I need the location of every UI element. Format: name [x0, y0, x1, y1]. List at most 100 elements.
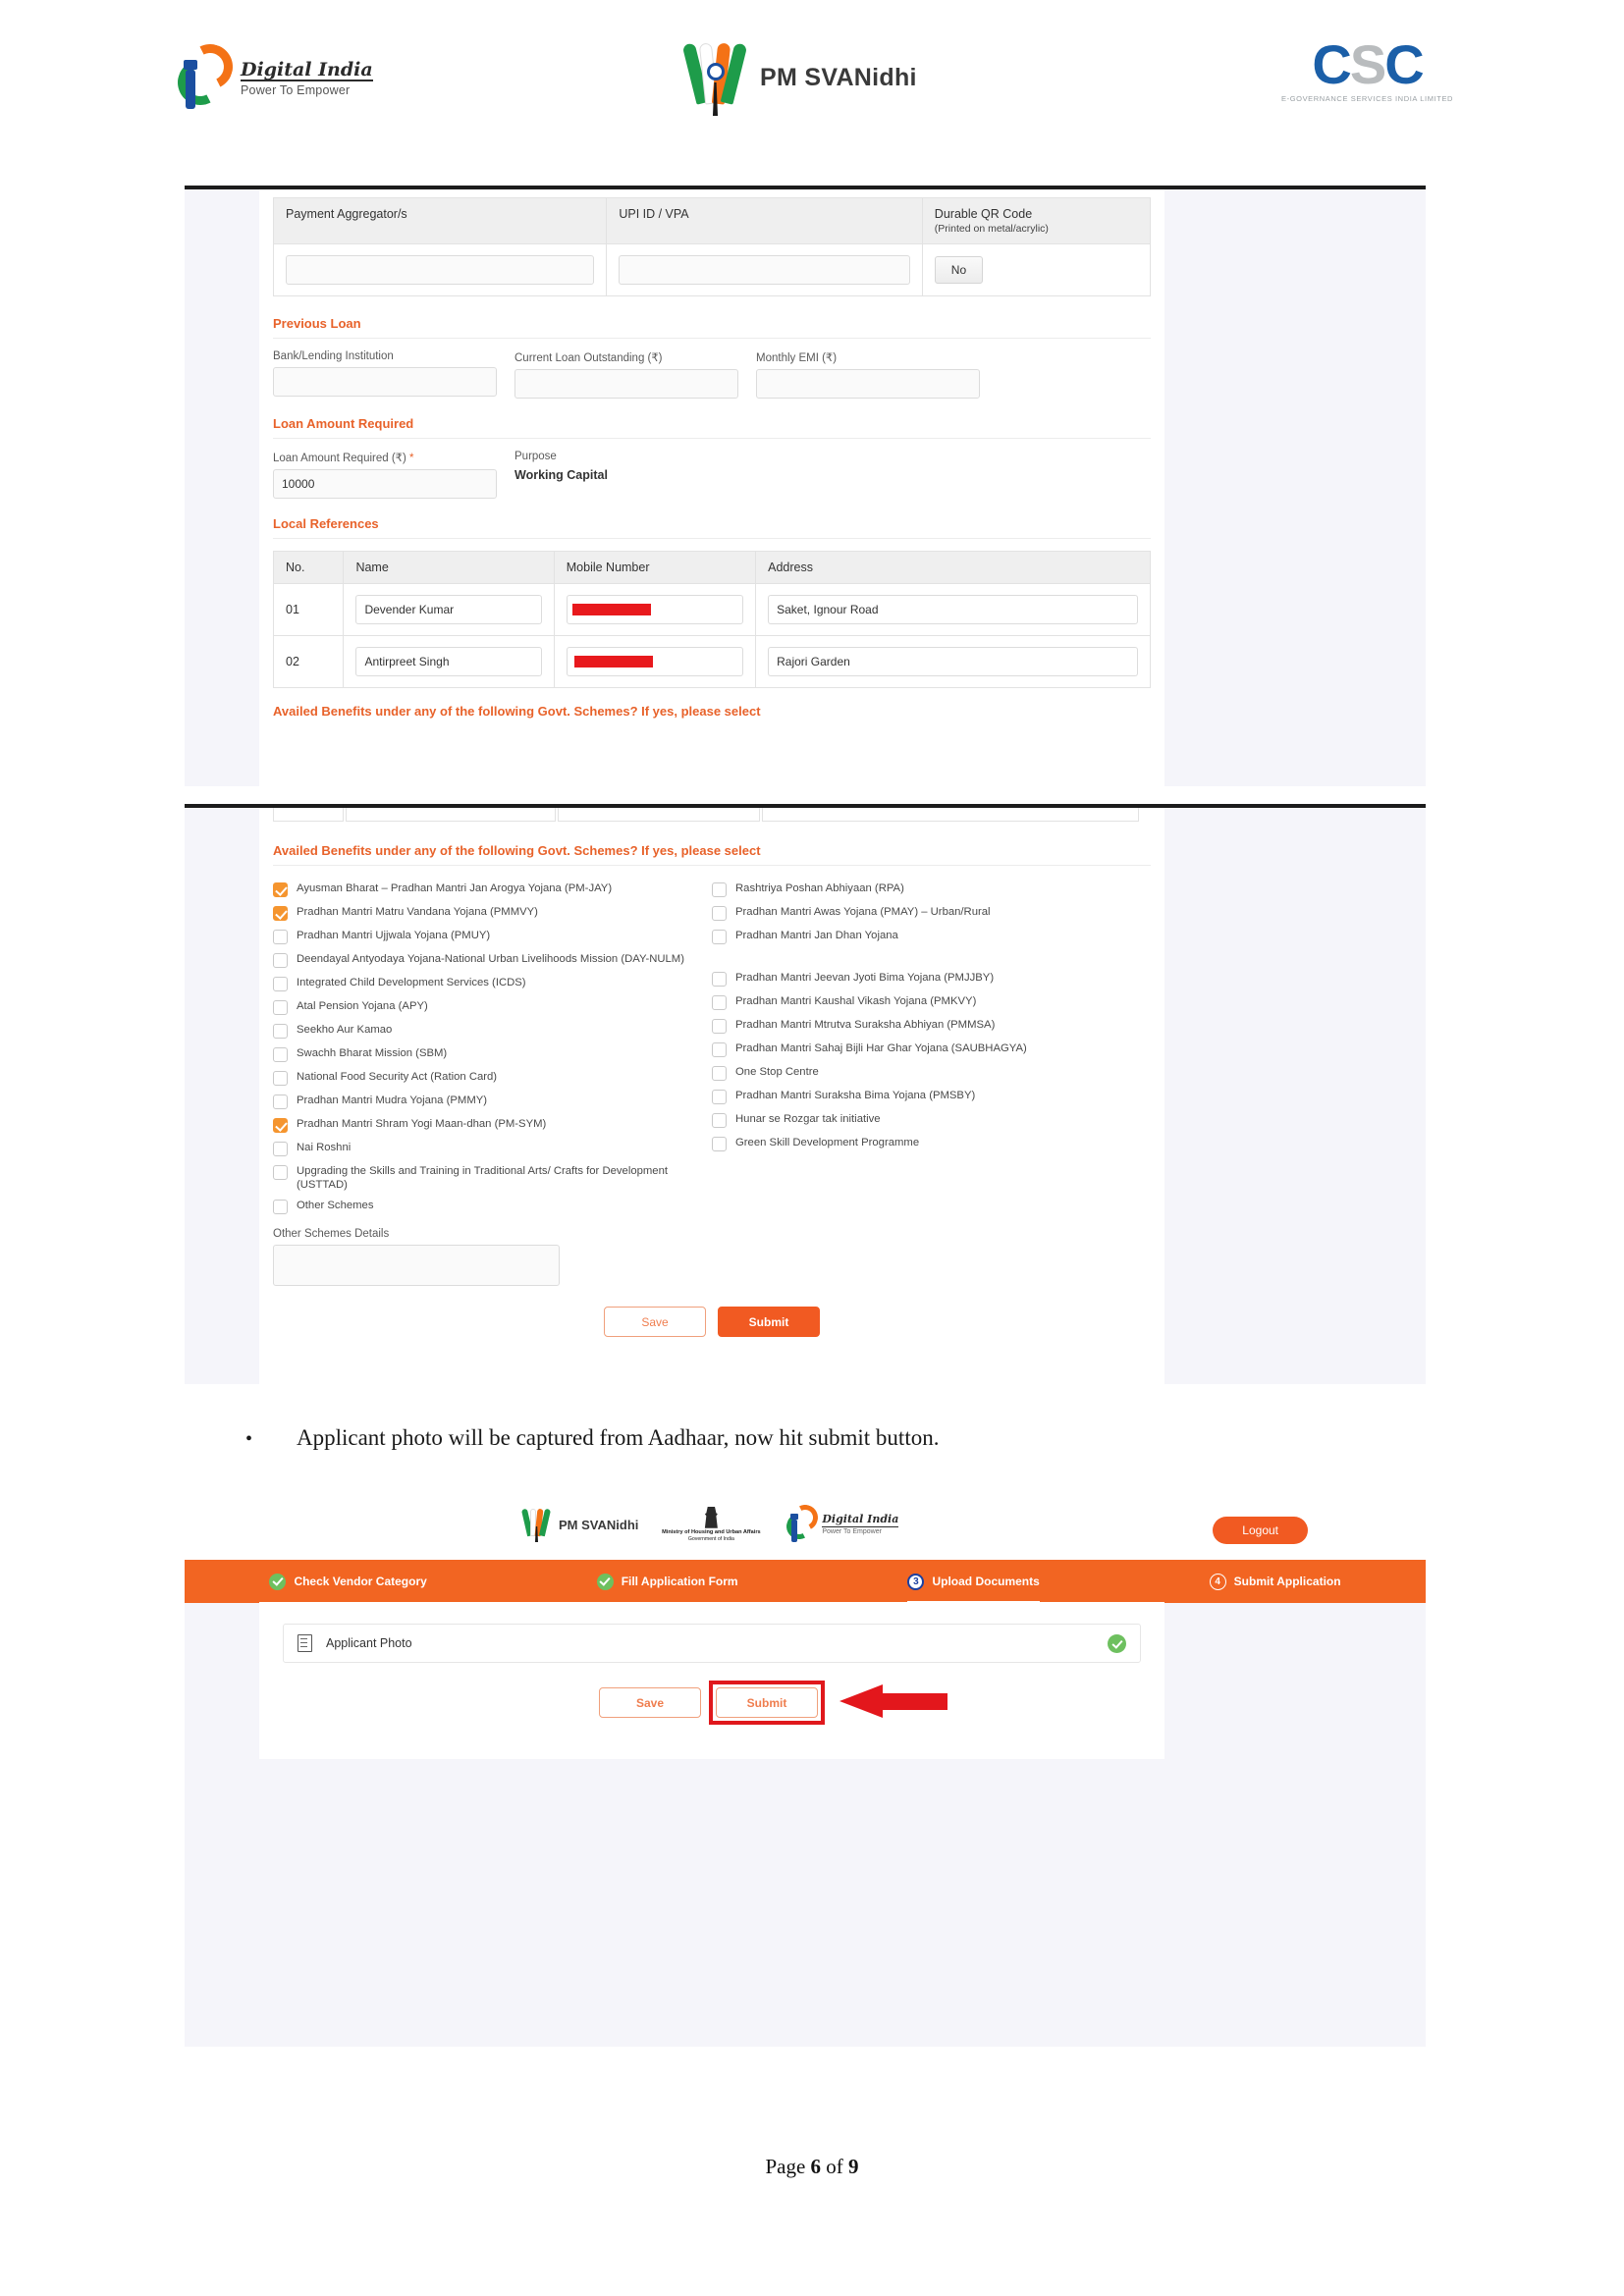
checkbox-unchecked-icon[interactable] — [712, 1137, 727, 1151]
field-current-loan-outstanding: Current Loan Outstanding (₹) — [514, 350, 738, 399]
scheme-checkbox-row[interactable]: Pradhan Mantri Jeevan Jyoti Bima Yojana … — [712, 971, 1151, 988]
checkbox-unchecked-icon[interactable] — [712, 995, 727, 1010]
column-durable-qr-subtitle: (Printed on metal/acrylic) — [934, 223, 1049, 235]
loan-amount-required-input[interactable] — [273, 469, 497, 499]
cell-ref-no: 02 — [272, 635, 345, 688]
scheme-label: Atal Pension Yojana (APY) — [297, 1000, 428, 1012]
ministry-logo: Ministry of Housing and Urban Affairs Go… — [648, 1506, 774, 1542]
step-submit-application[interactable]: 4 Submit Application — [1204, 1560, 1347, 1603]
upi-id-input[interactable] — [619, 255, 910, 285]
screenshot-panel-upload-documents: PM SVANidhi Ministry of Housing and Urba… — [185, 1497, 1426, 2047]
checkbox-unchecked-icon[interactable] — [273, 1071, 288, 1086]
csc-tagline: e-Governance Services India Limited — [1281, 94, 1454, 103]
current-loan-outstanding-input[interactable] — [514, 369, 738, 399]
reference-2-address-input[interactable] — [768, 647, 1138, 676]
scheme-checkbox-row[interactable]: Upgrading the Skills and Training in Tra… — [273, 1164, 712, 1192]
scheme-checkbox-row[interactable]: Pradhan Mantri Ujjwala Yojana (PMUY) — [273, 929, 712, 945]
scheme-checkbox-row[interactable]: Pradhan Mantri Shram Yogi Maan-dhan (PM-… — [273, 1117, 712, 1134]
reference-1-name-input[interactable] — [355, 595, 542, 624]
scheme-checkbox-row[interactable]: Ayusman Bharat – Pradhan Mantri Jan Arog… — [273, 881, 712, 898]
bank-lending-institution-input[interactable] — [273, 367, 497, 397]
scheme-checkbox-row[interactable]: National Food Security Act (Ration Card) — [273, 1070, 712, 1087]
scheme-checkbox-row[interactable]: Pradhan Mantri Sahaj Bijli Har Ghar Yoja… — [712, 1041, 1151, 1058]
scheme-label: Pradhan Mantri Suraksha Bima Yojana (PMS… — [735, 1090, 976, 1101]
checkbox-unchecked-icon[interactable] — [273, 1047, 288, 1062]
checkbox-unchecked-icon[interactable] — [712, 1066, 727, 1081]
scheme-checkbox-row[interactable]: Pradhan Mantri Mudra Yojana (PMMY) — [273, 1094, 712, 1110]
checkbox-unchecked-icon[interactable] — [273, 930, 288, 944]
checkbox-unchecked-icon[interactable] — [712, 1090, 727, 1104]
submit-button[interactable]: Submit — [716, 1687, 818, 1718]
scheme-checkbox-row[interactable]: Pradhan Mantri Mtrutva Suraksha Abhiyan … — [712, 1018, 1151, 1035]
scheme-checkbox-row[interactable]: Rashtriya Poshan Abhiyaan (RPA) — [712, 881, 1151, 898]
checkbox-unchecked-icon[interactable] — [712, 882, 727, 897]
cell-ref-mobile — [553, 635, 757, 688]
other-schemes-details-textarea[interactable] — [273, 1245, 560, 1287]
checkbox-checked-icon[interactable] — [273, 882, 288, 897]
checkbox-unchecked-icon[interactable] — [712, 930, 727, 944]
logout-button[interactable]: Logout — [1213, 1517, 1308, 1544]
footer-page-number: 6 — [810, 2155, 822, 2178]
scheme-checkbox-row[interactable]: Atal Pension Yojana (APY) — [273, 999, 712, 1016]
label-monthly-emi: Monthly EMI (₹) — [756, 352, 838, 364]
checkbox-unchecked-icon[interactable] — [273, 1165, 288, 1180]
step-status-icon: 4 — [1209, 1573, 1226, 1590]
checkbox-unchecked-icon[interactable] — [273, 977, 288, 991]
scheme-label: Pradhan Mantri Shram Yogi Maan-dhan (PM-… — [297, 1118, 547, 1130]
checkbox-unchecked-icon[interactable] — [273, 953, 288, 968]
form-action-buttons: Save Submit — [273, 1307, 1151, 1338]
reference-2-name-input[interactable] — [355, 647, 542, 676]
scheme-checkbox-row[interactable]: Other Schemes — [273, 1199, 712, 1215]
reference-1-address-input[interactable] — [768, 595, 1138, 624]
scheme-checkbox-row[interactable]: Seekho Aur Kamao — [273, 1023, 712, 1040]
payment-aggregator-input[interactable] — [286, 255, 595, 285]
scheme-checkbox-row[interactable]: Swachh Bharat Mission (SBM) — [273, 1046, 712, 1063]
upload-action-buttons: Save Submit — [259, 1681, 1164, 1725]
scheme-checkbox-row[interactable]: One Stop Centre — [712, 1065, 1151, 1082]
monthly-emi-input[interactable] — [756, 369, 980, 399]
checkbox-unchecked-icon[interactable] — [273, 1000, 288, 1015]
checkbox-unchecked-icon[interactable] — [273, 1200, 288, 1215]
checkbox-checked-icon[interactable] — [273, 906, 288, 921]
cell-ref-name — [343, 635, 555, 688]
step-upload-documents[interactable]: 3 Upload Documents — [901, 1560, 1045, 1606]
scheme-checkbox-row[interactable]: Green Skill Development Programme — [712, 1136, 1151, 1152]
checkbox-unchecked-icon[interactable] — [273, 1024, 288, 1039]
scheme-checkbox-row[interactable]: Pradhan Mantri Suraksha Bima Yojana (PMS… — [712, 1089, 1151, 1105]
checkbox-unchecked-icon[interactable] — [273, 1142, 288, 1156]
document-row-applicant-photo[interactable]: Applicant Photo — [283, 1624, 1141, 1663]
checkbox-checked-icon[interactable] — [273, 1118, 288, 1133]
checkbox-unchecked-icon[interactable] — [712, 1042, 727, 1057]
local-references-heading: Local References — [273, 516, 1151, 539]
scheme-label: Deendayal Antyodaya Yojana-National Urba… — [297, 953, 684, 965]
scheme-checkbox-row[interactable]: Integrated Child Development Services (I… — [273, 976, 712, 992]
csc-letter-s: S — [1349, 33, 1386, 95]
save-button[interactable]: Save — [604, 1307, 706, 1338]
scheme-checkbox-row[interactable]: Pradhan Mantri Awas Yojana (PMAY) – Urba… — [712, 905, 1151, 922]
cell-durable-qr: No — [921, 243, 1152, 296]
submit-button[interactable]: Submit — [718, 1307, 820, 1338]
field-monthly-emi: Monthly EMI (₹) — [756, 350, 980, 399]
scheme-checkbox-row[interactable]: Pradhan Mantri Kaushal Vikash Yojana (PM… — [712, 994, 1151, 1011]
durable-qr-dropdown[interactable]: No — [934, 256, 984, 284]
scheme-checkbox-row[interactable]: Nai Roshni — [273, 1141, 712, 1157]
checkbox-unchecked-icon[interactable] — [712, 1113, 727, 1128]
scheme-checkbox-row[interactable]: Deendayal Antyodaya Yojana-National Urba… — [273, 952, 712, 969]
loan-amount-fields: Loan Amount Required (₹) * Purpose Worki… — [273, 451, 1151, 499]
scheme-label: Pradhan Mantri Sahaj Bijli Har Ghar Yoja… — [735, 1042, 1027, 1054]
checkbox-unchecked-icon[interactable] — [712, 1019, 727, 1034]
step-fill-application-form[interactable]: Fill Application Form — [591, 1560, 744, 1603]
scheme-checkbox-row[interactable]: Pradhan Mantri Jan Dhan Yojana — [712, 929, 1151, 945]
checkbox-unchecked-icon[interactable] — [273, 1095, 288, 1109]
checkbox-unchecked-icon[interactable] — [712, 972, 727, 987]
save-button[interactable]: Save — [599, 1687, 701, 1718]
scheme-checkbox-row[interactable]: Pradhan Mantri Matru Vandana Yojana (PMM… — [273, 905, 712, 922]
schemes-column-right: Rashtriya Poshan Abhiyaan (RPA) Pradhan M… — [712, 881, 1151, 1222]
digital-india-name: Digital India — [822, 1513, 899, 1527]
instruction-text: Applicant photo will be captured from Aa… — [297, 1425, 940, 1450]
label-loan-amount-required: Loan Amount Required (₹) * — [273, 451, 497, 464]
scheme-checkbox-row[interactable]: Hunar se Rozgar tak initiative — [712, 1112, 1151, 1129]
column-durable-qr-title: Durable QR Code — [934, 207, 1033, 221]
step-check-vendor-category[interactable]: Check Vendor Category — [263, 1560, 432, 1603]
checkbox-unchecked-icon[interactable] — [712, 906, 727, 921]
